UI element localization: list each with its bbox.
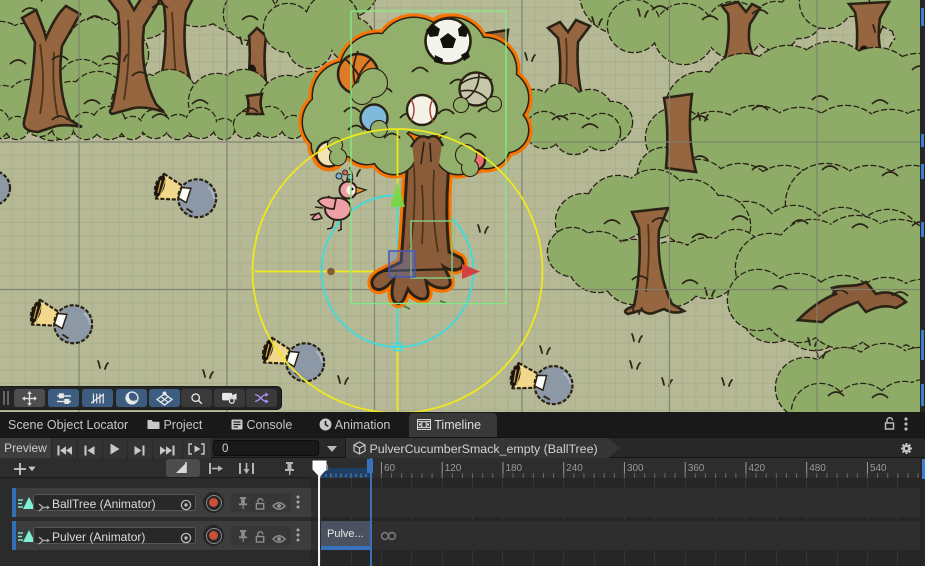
svg-text:540: 540	[870, 463, 887, 474]
svg-text:240: 240	[566, 463, 583, 474]
svg-text:420: 420	[748, 463, 765, 474]
svg-text:480: 480	[809, 463, 826, 474]
svg-text:360: 360	[688, 463, 705, 474]
svg-text:120: 120	[445, 463, 462, 474]
svg-text:300: 300	[627, 463, 644, 474]
svg-text:60: 60	[384, 463, 396, 474]
svg-text:180: 180	[505, 463, 522, 474]
